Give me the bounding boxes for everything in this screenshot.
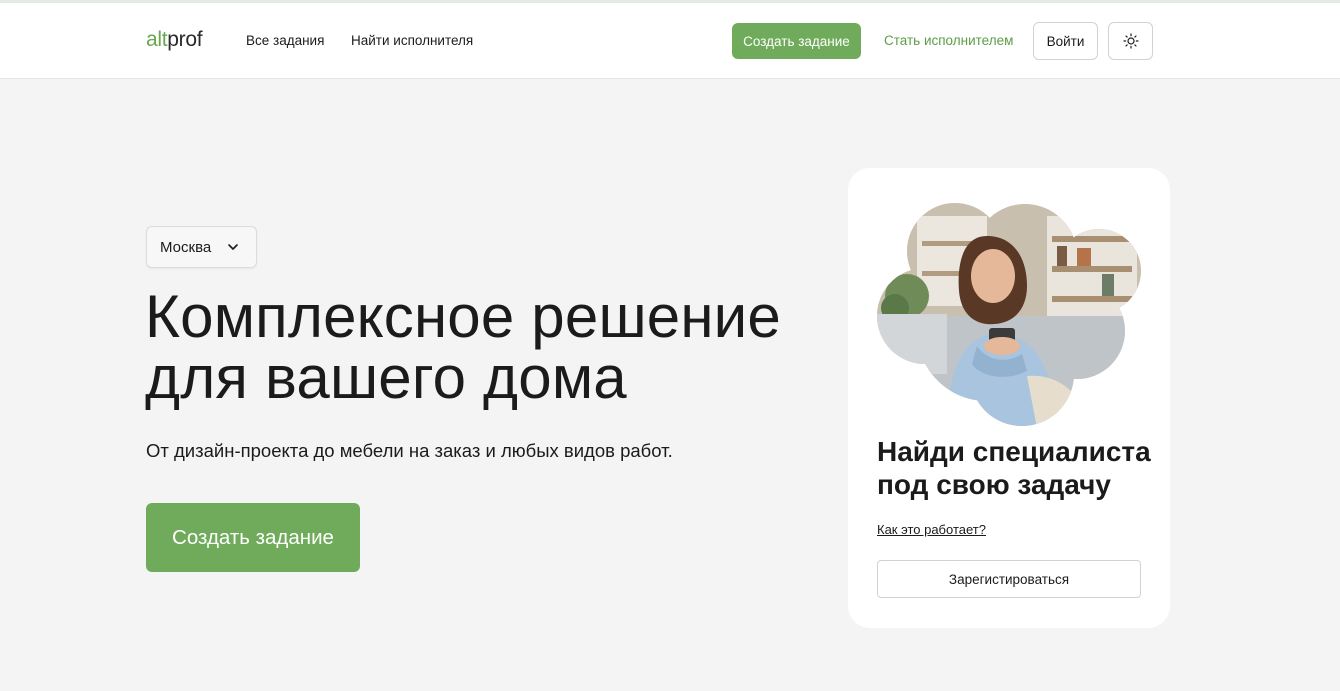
promo-card: Найди специалиста под свою задачу Как эт… <box>848 168 1170 628</box>
hero-title: Комплексное решение для вашего дома <box>145 286 825 408</box>
nav-all-tasks[interactable]: Все задания <box>246 33 324 48</box>
header-create-task-button[interactable]: Создать задание <box>732 23 861 59</box>
woman-with-phone-illustration <box>877 203 1141 426</box>
theme-toggle-button[interactable] <box>1108 22 1153 60</box>
hero-create-task-button[interactable]: Создать задание <box>146 503 360 572</box>
card-title: Найди специалиста под свою задачу <box>877 435 1157 501</box>
become-contractor-link[interactable]: Стать исполнителем <box>884 33 1013 48</box>
chevron-down-icon <box>228 244 238 250</box>
register-button[interactable]: Зарегистироваться <box>877 560 1141 598</box>
how-it-works-link[interactable]: Как это работает? <box>877 522 986 537</box>
card-title-line1: Найди специалиста <box>877 436 1151 467</box>
city-select[interactable]: Москва <box>146 226 257 268</box>
hero-title-line2: для вашего дома <box>145 344 627 411</box>
logo-accent: alt <box>146 28 168 51</box>
card-title-line2: под свою задачу <box>877 469 1112 500</box>
city-select-value: Москва <box>160 238 212 256</box>
hero-subtitle: От дизайн-проекта до мебели на заказ и л… <box>146 440 673 461</box>
hero-title-line1: Комплексное решение <box>145 283 781 350</box>
logo[interactable]: altprof <box>146 28 203 52</box>
nav-find-contractor[interactable]: Найти исполнителя <box>351 33 473 48</box>
logo-text: prof <box>167 28 203 51</box>
site-header: altprof Все задания Найти исполнителя Со… <box>0 0 1340 79</box>
login-button[interactable]: Войти <box>1033 22 1098 60</box>
sun-icon <box>1122 33 1139 49</box>
